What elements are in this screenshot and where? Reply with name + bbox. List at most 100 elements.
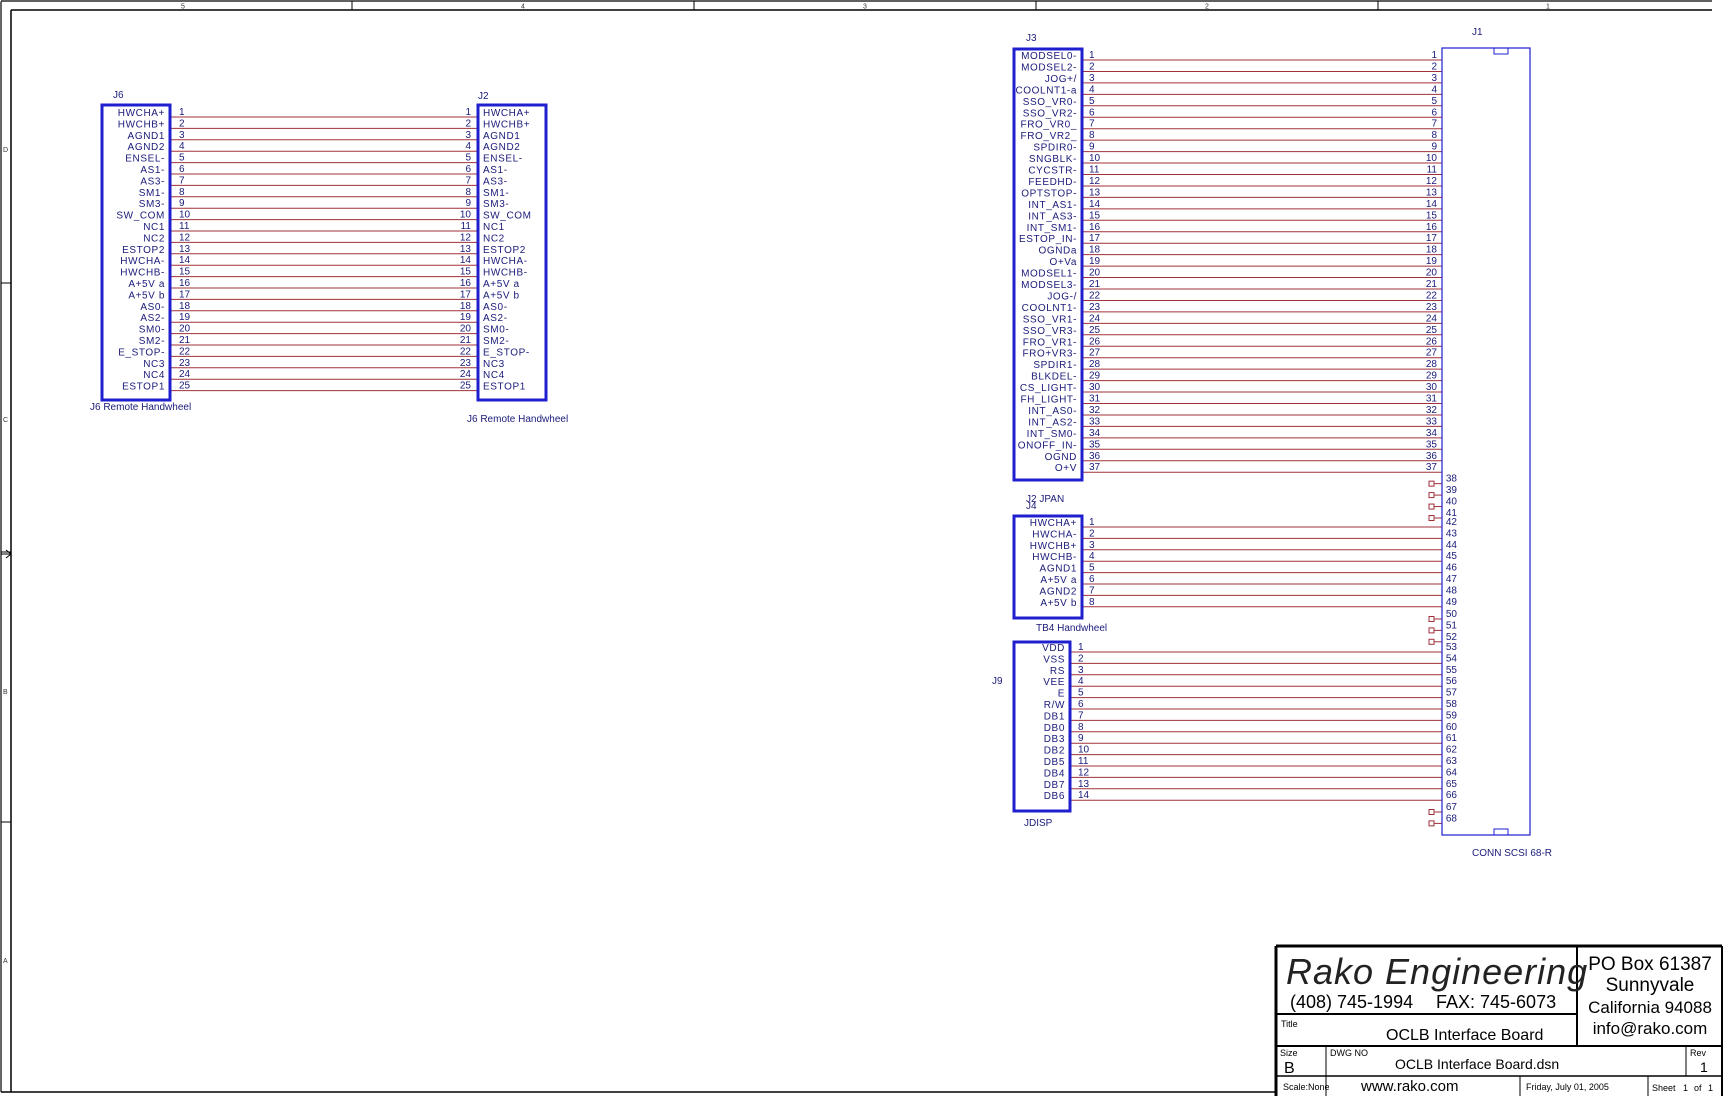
- connector-J2-caption: J6 Remote Handwheel: [467, 414, 568, 425]
- pin-number: 12: [1426, 176, 1438, 187]
- pin-number: 59: [1446, 710, 1458, 721]
- pin-label: CYCSTR-: [1028, 166, 1077, 177]
- pin-number: 2: [1078, 653, 1084, 664]
- pin-number: 35: [1426, 439, 1438, 450]
- pin-label: DB6: [1044, 791, 1065, 802]
- pin-number: 17: [1426, 233, 1438, 244]
- pin-label: COOLNT1-: [1022, 303, 1077, 314]
- sheet-total: 1: [1708, 1083, 1713, 1093]
- pin-number: 57: [1446, 688, 1458, 699]
- pin-number: 8: [1089, 597, 1095, 608]
- revision: 1: [1700, 1059, 1708, 1075]
- pin-number: 15: [1089, 210, 1101, 221]
- pin-number: 42: [1446, 517, 1458, 528]
- pin-number: 4: [1089, 551, 1095, 562]
- pin-label: SM2-: [483, 336, 509, 347]
- pin-label: SSO_VR1-: [1023, 314, 1077, 325]
- pin-label: VSS: [1043, 654, 1065, 665]
- pin-number: 15: [1426, 210, 1438, 221]
- pin-number: 20: [460, 324, 472, 335]
- pin-number: 17: [1089, 233, 1101, 244]
- pin-number: 7: [465, 175, 471, 186]
- pin-number: 47: [1446, 574, 1458, 585]
- pin-number: 12: [1089, 176, 1101, 187]
- pin-label: SPDIR0-: [1033, 143, 1077, 154]
- pin-label: MODSEL1-: [1021, 269, 1077, 280]
- zone-column-label: 3: [863, 4, 867, 11]
- pin-label: SSO_VR0-: [1023, 97, 1077, 108]
- pin-number: 7: [179, 175, 185, 186]
- pin-number: 20: [1089, 268, 1101, 279]
- pin-label: FRO_VR2_: [1021, 131, 1078, 142]
- pin-number: 55: [1446, 665, 1458, 676]
- pin-number: 21: [179, 335, 191, 346]
- pin-number: 5: [179, 153, 185, 164]
- pin-number: 3: [1089, 73, 1095, 84]
- pin-number: 45: [1446, 551, 1458, 562]
- sheet-of-label: of: [1694, 1083, 1702, 1093]
- pin-number: 1: [1089, 517, 1095, 528]
- pin-label: AS1-: [140, 165, 165, 176]
- pin-label: NC3: [483, 359, 505, 370]
- pin-label: DB4: [1044, 768, 1065, 779]
- pin-label: INT_AS2-: [1028, 417, 1077, 428]
- pin-label: ENSEL-: [483, 154, 523, 165]
- pin-number: 19: [1089, 256, 1101, 267]
- zone-row-label: B: [3, 689, 8, 696]
- company-name: Rako Engineering: [1286, 951, 1588, 992]
- pin-number: 1: [179, 107, 185, 118]
- pin-number: 4: [1078, 676, 1084, 687]
- pin-label: HWCHB-: [483, 268, 528, 279]
- address-line: Sunnyvale: [1606, 975, 1695, 996]
- pin-label: R/W: [1044, 700, 1065, 711]
- pin-number: 61: [1446, 733, 1458, 744]
- pin-number: 6: [1431, 107, 1437, 118]
- pin-number: 3: [1431, 73, 1437, 84]
- pin-number: 5: [1078, 688, 1084, 699]
- pin-number: 12: [460, 232, 472, 243]
- pin-label: FRO_VR0_: [1021, 120, 1078, 131]
- pin-number: 27: [1089, 348, 1101, 359]
- pin-number: 46: [1446, 563, 1458, 574]
- pin-label: HWCHA-: [120, 256, 165, 267]
- address-line: PO Box 61387: [1588, 954, 1712, 975]
- pin-number: 25: [460, 381, 472, 392]
- pin-number: 18: [1426, 245, 1438, 256]
- zone-column-label: 1: [1546, 4, 1550, 11]
- pin-number: 16: [460, 278, 472, 289]
- zone-row-label: C: [3, 417, 8, 424]
- pin-label: FEEDHD-: [1028, 177, 1077, 188]
- connector-J6-pins: HWCHA+ 1 HWCHB+ 2 AGND1 3 AGND2 4 ENSEL- 5 AS1- 6 AS…: [116, 107, 190, 393]
- pin-label: E_STOP-: [118, 347, 165, 358]
- pin-number: 22: [460, 346, 472, 357]
- pin-number: 9: [1089, 142, 1095, 153]
- pin-number: 14: [1078, 790, 1090, 801]
- pin-label: SM1-: [139, 188, 165, 199]
- pin-number: 5: [465, 153, 471, 164]
- connector-J9-ref: J9: [992, 676, 1003, 687]
- pin-number: 13: [179, 244, 191, 255]
- size-label: Size: [1280, 1048, 1298, 1058]
- pin-number: 2: [465, 118, 471, 129]
- pin-label: SSO_VR3-: [1023, 326, 1077, 337]
- pin-label: A+5V a: [1040, 575, 1077, 586]
- pin-label: DB7: [1044, 780, 1065, 791]
- connector-J6-caption: J6 Remote Handwheel: [90, 402, 191, 413]
- pin-number: 18: [460, 301, 472, 312]
- pin-number: 2: [1431, 61, 1437, 72]
- pin-number: 21: [1426, 279, 1438, 290]
- pin-label: AGND2: [483, 142, 520, 153]
- connector-J3-ref: J3: [1026, 33, 1037, 44]
- pin-label: AGND1: [128, 131, 165, 142]
- pin-number: 25: [1089, 325, 1101, 336]
- pin-number: 4: [179, 141, 185, 152]
- pin-number: 2: [1089, 61, 1095, 72]
- pin-number: 23: [1089, 302, 1101, 313]
- pin-number: 1: [465, 107, 471, 118]
- sheet-label: Sheet: [1652, 1083, 1676, 1093]
- pin-number: 6: [179, 164, 185, 175]
- pin-number: 11: [461, 221, 472, 232]
- pin-label: HWCHA+: [483, 108, 530, 119]
- pin-number: 4: [1431, 84, 1437, 95]
- pin-number: 1: [1089, 50, 1095, 61]
